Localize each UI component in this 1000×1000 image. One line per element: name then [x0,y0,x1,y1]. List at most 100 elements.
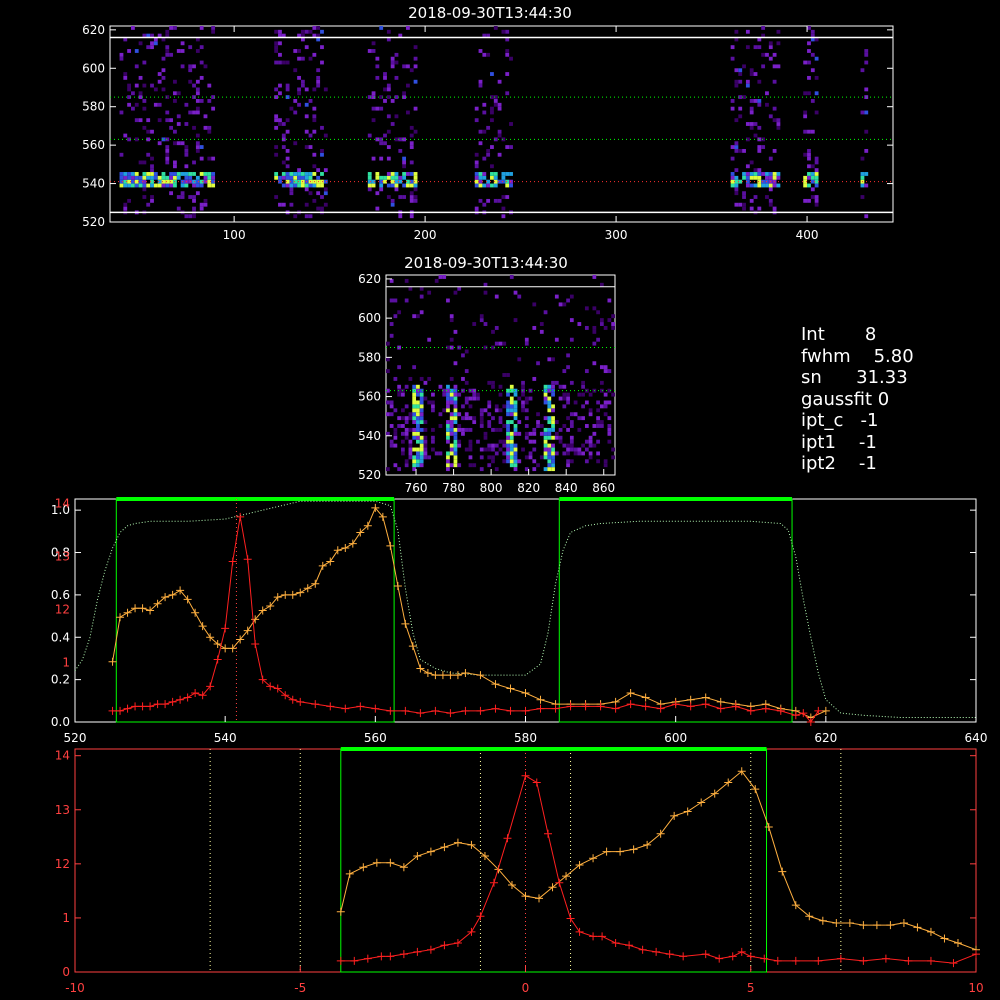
top-pixel [757,183,762,188]
top-pixel [192,160,196,165]
mid-pixel [506,373,510,377]
mid-pixel [547,357,552,362]
mid-pixel [446,400,450,405]
mid-pixel [431,427,435,432]
mid-pixel [554,451,559,456]
mid-pixel [472,392,477,397]
mid-pixel [494,294,499,299]
top-pixel [195,49,200,53]
mid-pixel [532,302,537,307]
top-pixel [409,195,414,199]
mid-pixel [419,404,424,409]
top-pixel [192,214,196,219]
mid-pixel [569,435,574,440]
mid-pixel [577,427,582,432]
top-pixel [199,26,204,30]
top-pixel [807,60,811,65]
top-pixel [745,164,750,169]
mid-pixel [389,443,394,448]
mid-pixel [494,325,499,330]
top-pixel [150,164,154,169]
top-pixel [409,145,414,149]
mid-pixel [412,404,417,409]
mid-pixel [479,420,484,425]
top-pixel [316,26,321,30]
top-pixel [165,152,170,157]
mid-pixel [487,455,492,460]
top-pixel [490,118,494,123]
mid-pixel [457,392,462,397]
mid-pixel [393,408,398,413]
top-pixel [300,29,305,34]
top-pixel [864,49,869,53]
top-pixel [742,202,746,207]
top-pixel [127,175,132,180]
p4-y-tick-label: 14 [55,749,70,763]
mid-pixel [513,392,518,397]
top-pixel [161,172,166,176]
mid-pixel [577,451,582,456]
mid-pixel [509,384,514,389]
top-pixel [734,83,739,88]
mid-pixel [449,396,454,401]
top-pixel [169,172,174,176]
top-pixel [765,91,769,96]
mid-pixel [547,435,552,440]
top-pixel [864,172,869,176]
top-pixel [375,191,380,196]
top-pixel [753,183,758,188]
mid-pixel [588,392,593,397]
top-pixel [119,172,124,176]
mid-pixel [479,424,484,428]
mid-pixel [581,384,585,389]
mid-pixel [524,435,529,440]
top-pixel [864,214,869,219]
top-x-tick-label: 400 [796,228,819,242]
top-x-tick-label: 300 [605,228,628,242]
top-pixel [169,179,174,184]
top-pixel [807,152,811,157]
mid-pixel [453,392,458,397]
top-pixel [142,175,147,180]
top-pixel [165,110,170,115]
mid-pixel [453,384,458,389]
top-pixel [274,175,279,180]
top-pixel [281,160,286,165]
mid-pixel [472,416,477,421]
top-pixel [297,75,301,80]
top-pixel [478,49,483,53]
mid-pixel [506,459,510,464]
top-pixel [757,79,762,84]
mid-pixel [434,451,439,456]
mid-pixel [431,435,435,440]
mid-pixel [569,447,574,452]
top-pixel [308,172,313,176]
mid-pixel [513,412,518,417]
mid-pixel [592,306,597,311]
mid-pixel [449,463,454,468]
top-pixel [497,198,502,203]
top-pixel [757,206,762,211]
mid-pixel [509,447,514,452]
mid-pixel [543,416,548,421]
top-pixel [398,148,403,153]
top-pixel [138,91,143,96]
top-pixel [386,183,391,188]
top-pixel [195,183,200,188]
top-pixel [864,183,869,188]
top-pixel [478,183,483,188]
mid-pixel [468,447,473,452]
top-pixel [308,56,313,61]
mid-pixel [502,404,507,409]
top-pixel [490,164,494,169]
top-pixel [153,102,158,107]
mid-pixel [446,463,450,468]
mid-pixel [599,380,604,385]
mid-y-tick-label: 540 [358,429,381,443]
top-pixel [157,102,162,107]
top-pixel [308,99,313,103]
mid-pixel [528,396,533,401]
mid-pixel [558,384,563,389]
mid-pixel [419,310,424,315]
top-pixel [497,102,502,107]
